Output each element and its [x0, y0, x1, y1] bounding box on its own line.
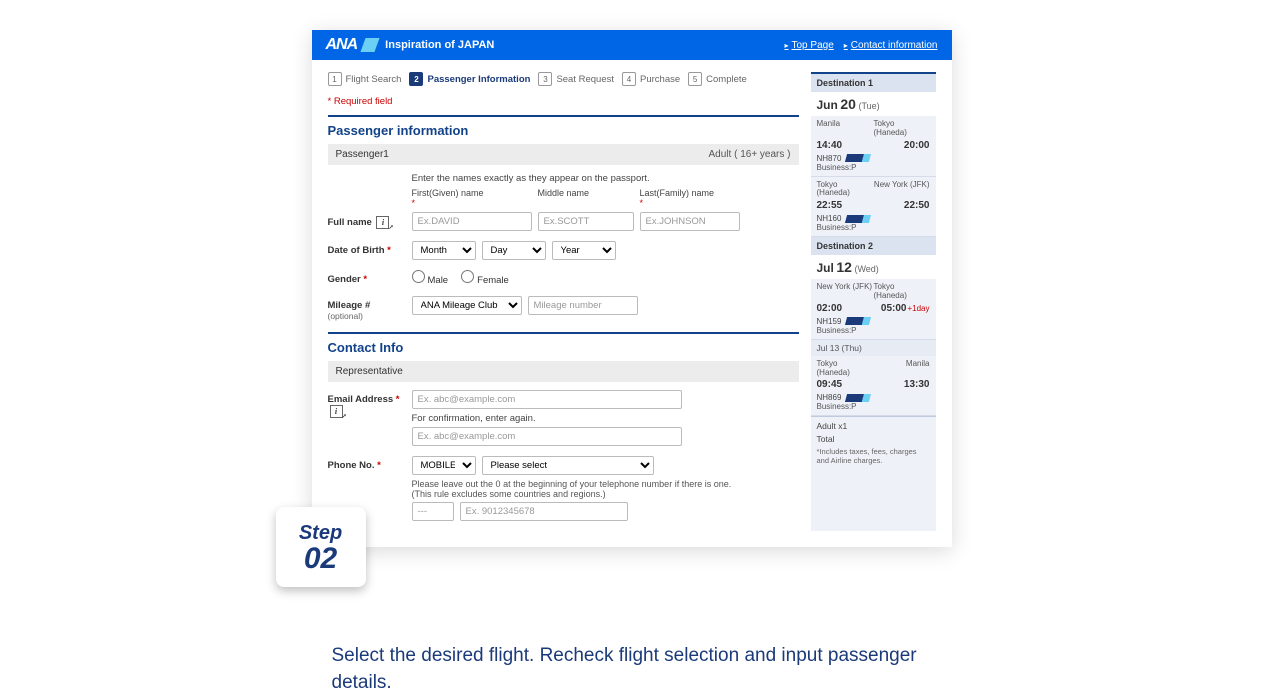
- passenger-type: Adult ( 16+ years ): [709, 149, 791, 160]
- info-icon[interactable]: i: [376, 216, 389, 229]
- total-label: Total: [817, 434, 930, 444]
- mileage-number-input[interactable]: [528, 296, 638, 315]
- gender-male-radio[interactable]: [412, 270, 425, 283]
- dob-label: Date of Birth: [328, 245, 385, 256]
- dob-year-select[interactable]: Year: [552, 241, 616, 260]
- phone-number-input[interactable]: [460, 502, 628, 521]
- ana-logo-icon: [845, 215, 871, 223]
- top-bar: ANA Inspiration of JAPAN Top Page Contac…: [312, 30, 952, 60]
- last-name-input[interactable]: [640, 212, 740, 231]
- fine-print: *Includes taxes, fees, charges and Airli…: [817, 447, 930, 465]
- contact-section-title: Contact Info: [328, 332, 799, 355]
- last-name-header: Last(Family) name: [640, 188, 740, 198]
- ana-logo-icon: [845, 394, 871, 402]
- step-3-label: Seat Request: [556, 74, 614, 85]
- tagline: Inspiration of JAPAN: [385, 39, 494, 51]
- logo-shape-icon: [361, 38, 380, 52]
- progress-steps: 1 Flight Search 2 Passenger Information 3S…: [328, 72, 799, 86]
- step-2-num: 2: [409, 72, 423, 86]
- segment-1: ManilaTokyo (Haneda) 14:4020:00 NH870 Bu…: [811, 116, 936, 177]
- email-input[interactable]: [412, 390, 682, 409]
- gender-female-radio[interactable]: [461, 270, 474, 283]
- email-confirm-hint: For confirmation, enter again.: [412, 413, 799, 424]
- name-hint: Enter the names exactly as they appear o…: [412, 173, 799, 184]
- phone-country-select[interactable]: Please select: [482, 456, 654, 475]
- dob-month-select[interactable]: Month: [412, 241, 476, 260]
- app-frame: ANA Inspiration of JAPAN Top Page Contac…: [312, 30, 952, 547]
- middle-name-header: Middle name: [538, 188, 634, 208]
- dest1-header: Destination 1: [811, 74, 936, 92]
- phone-cc-input[interactable]: [412, 502, 454, 521]
- logo: ANA: [326, 36, 358, 54]
- first-name-input[interactable]: [412, 212, 532, 231]
- top-page-link[interactable]: Top Page: [784, 40, 833, 51]
- mileage-label: Mileage #: [328, 300, 371, 311]
- segment-4: Tokyo (Haneda)Manila 09:4513:30 NH869 Bu…: [811, 356, 936, 417]
- passenger-label: Passenger1: [336, 149, 389, 160]
- step-3-num: 3: [538, 72, 552, 86]
- caption: Select the desired flight. Recheck fligh…: [312, 643, 952, 696]
- first-name-header: First(Given) name: [412, 188, 532, 198]
- step-4-num: 4: [622, 72, 636, 86]
- adult-count: Adult x1: [817, 421, 930, 431]
- dest2-date: Jul 12 (Wed): [811, 255, 936, 279]
- step-1-label: Flight Search: [346, 74, 402, 85]
- itinerary-sidebar: Destination 1 Jun 20 (Tue) ManilaTokyo (…: [811, 72, 936, 531]
- representative-bar: Representative: [328, 361, 799, 382]
- required-note: * Required field: [328, 96, 799, 107]
- dest1-date: Jun 20 (Tue): [811, 92, 936, 116]
- gender-label: Gender: [328, 274, 361, 285]
- step-badge: Step 02: [276, 507, 366, 587]
- middle-name-input[interactable]: [538, 212, 634, 231]
- mileage-optional: (optional): [328, 311, 363, 321]
- mileage-program-select[interactable]: ANA Mileage Club: [412, 296, 522, 315]
- segment-3: New York (JFK)Tokyo (Haneda) 02:0005:00+…: [811, 279, 936, 340]
- step-4-label: Purchase: [640, 74, 680, 85]
- mid-date: Jul 13 (Thu): [811, 340, 936, 356]
- phone-note: Please leave out the 0 at the beginning …: [412, 479, 752, 499]
- dob-day-select[interactable]: Day: [482, 241, 546, 260]
- info-icon[interactable]: i: [330, 405, 343, 418]
- ana-logo-icon: [845, 154, 871, 162]
- dest2-header: Destination 2: [811, 237, 936, 255]
- phone-label: Phone No.: [328, 460, 375, 471]
- step-5-num: 5: [688, 72, 702, 86]
- email-confirm-input[interactable]: [412, 427, 682, 446]
- passenger-section-title: Passenger information: [328, 115, 799, 138]
- step-1-num: 1: [328, 72, 342, 86]
- segment-2: Tokyo (Haneda)New York (JFK) 22:5522:50 …: [811, 177, 936, 238]
- full-name-label: Full name: [328, 217, 372, 228]
- passenger-bar: Passenger1 Adult ( 16+ years ): [328, 144, 799, 165]
- email-label: Email Address: [328, 394, 394, 405]
- phone-type-select[interactable]: MOBILE: [412, 456, 476, 475]
- ana-logo-icon: [845, 317, 871, 325]
- step-5-label: Complete: [706, 74, 747, 85]
- step-2-label: Passenger Information: [427, 74, 530, 85]
- representative-label: Representative: [336, 366, 403, 377]
- contact-link[interactable]: Contact information: [844, 40, 938, 51]
